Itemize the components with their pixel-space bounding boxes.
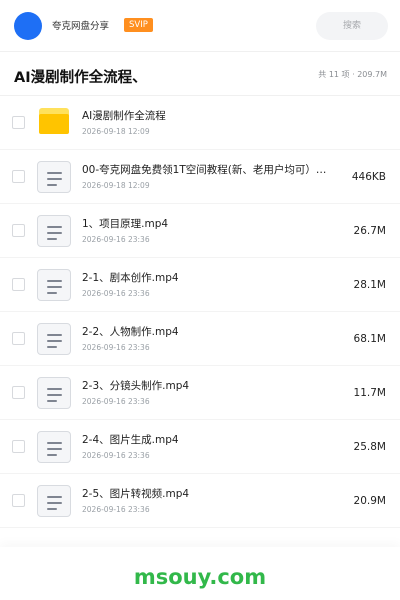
file-row-folder[interactable]: AI漫剧制作全流程 2026-09-18 12:09: [0, 96, 400, 150]
file-name: 00-夸克网盘免费领1T空间教程(新、老用户均可）…: [82, 164, 327, 176]
checkbox-icon[interactable]: [12, 494, 25, 507]
file-date: 2026-09-16 23:36: [82, 451, 150, 460]
file-date: 2026-09-16 23:36: [82, 289, 150, 298]
document-icon: [37, 215, 71, 247]
file-name: 2-4、图片生成.mp4: [82, 434, 179, 446]
file-name: 2-2、人物制作.mp4: [82, 326, 179, 338]
file-size: 68.1M: [353, 333, 386, 345]
checkbox-icon[interactable]: [12, 170, 25, 183]
file-name: 2-1、剧本创作.mp4: [82, 272, 179, 284]
checkbox-icon[interactable]: [12, 386, 25, 399]
document-icon: [37, 377, 71, 409]
document-icon: [37, 323, 71, 355]
file-row[interactable]: 2-4、图片生成.mp4 2026-09-16 23:36 25.8M: [0, 420, 400, 474]
file-size: 28.1M: [353, 279, 386, 291]
file-name: 1、项目原理.mp4: [82, 218, 169, 230]
file-row[interactable]: 2-3、分镜头制作.mp4 2026-09-16 23:36 11.7M: [0, 366, 400, 420]
checkbox-icon[interactable]: [12, 440, 25, 453]
file-size: 11.7M: [353, 387, 386, 399]
file-row[interactable]: 2-2、人物制作.mp4 2026-09-16 23:36 68.1M: [0, 312, 400, 366]
file-date: 2026-09-16 23:36: [82, 343, 150, 352]
top-header: 夸克网盘分享 SVIP 搜索: [0, 0, 400, 52]
file-row[interactable]: 1、项目原理.mp4 2026-09-16 23:36 26.7M: [0, 204, 400, 258]
file-size: 25.8M: [353, 441, 386, 453]
file-size: 20.9M: [353, 495, 386, 507]
file-row[interactable]: 2-5、图片转视频.mp4 2026-09-16 23:36 20.9M: [0, 474, 400, 528]
folder-title-row: AI漫剧制作全流程、 共 11 项 · 209.7M: [0, 52, 400, 96]
file-size: 26.7M: [353, 225, 386, 237]
folder-summary: 共 11 项 · 209.7M: [318, 70, 387, 79]
file-name: 2-5、图片转视频.mp4: [82, 488, 190, 500]
watermark: msouy.com: [133, 565, 267, 589]
checkbox-icon[interactable]: [12, 278, 25, 291]
file-date: 2026-09-18 12:09: [82, 127, 150, 136]
document-icon: [37, 161, 71, 193]
checkbox-icon[interactable]: [12, 116, 25, 129]
file-row[interactable]: 00-夸克网盘免费领1T空间教程(新、老用户均可）… 2026-09-18 12…: [0, 150, 400, 204]
document-icon: [37, 485, 71, 517]
folder-title: AI漫剧制作全流程、: [14, 70, 147, 86]
svip-badge: SVIP: [124, 18, 153, 32]
checkbox-icon[interactable]: [12, 332, 25, 345]
file-date: 2026-09-16 23:36: [82, 505, 150, 514]
file-date: 2026-09-16 23:36: [82, 397, 150, 406]
folder-icon: [39, 108, 69, 134]
avatar[interactable]: [14, 12, 42, 40]
checkbox-icon[interactable]: [12, 224, 25, 237]
document-icon: [37, 431, 71, 463]
file-size: 446KB: [351, 171, 386, 183]
file-date: 2026-09-18 12:09: [82, 181, 150, 190]
file-date: 2026-09-16 23:36: [82, 235, 150, 244]
search-input[interactable]: 搜索: [316, 12, 388, 40]
share-name: 夸克网盘分享: [52, 21, 110, 32]
file-row[interactable]: 2-1、剧本创作.mp4 2026-09-16 23:36 28.1M: [0, 258, 400, 312]
file-name: AI漫剧制作全流程: [82, 110, 166, 122]
document-icon: [37, 269, 71, 301]
file-name: 2-3、分镜头制作.mp4: [82, 380, 190, 392]
